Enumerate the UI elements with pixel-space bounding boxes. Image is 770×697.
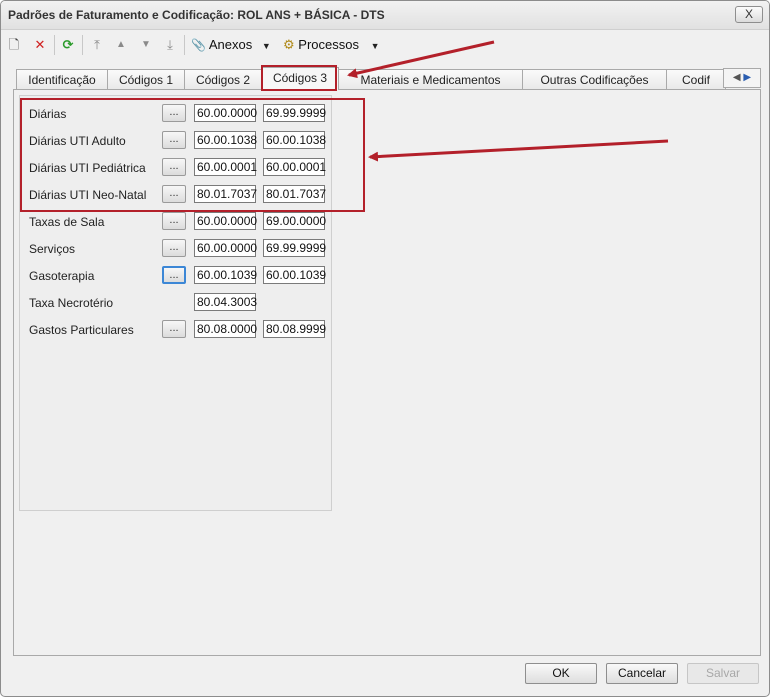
new-document-icon[interactable]: 🗋 <box>6 36 22 54</box>
tab-codigos-1[interactable]: Códigos 1 <box>107 69 185 89</box>
close-button[interactable]: X <box>735 6 763 23</box>
toolbar-separator <box>82 35 83 55</box>
code-from-gastos-particulares[interactable]: 80.08.0000 <box>194 320 257 338</box>
gears-icon: ⚙ <box>283 37 295 52</box>
tab-materiais-medicamentos[interactable]: Materiais e Medicamentos <box>338 69 523 89</box>
code-to-servicos[interactable]: 69.99.9999 <box>263 239 326 257</box>
code-to-taxas-de-sala[interactable]: 69.00.0000 <box>263 212 326 230</box>
lookup-button-gastos-particulares[interactable]: ... <box>162 320 186 338</box>
chevron-down-icon: ▼ <box>261 41 271 51</box>
save-button: Salvar <box>687 663 759 684</box>
toolbar-separator <box>184 35 185 55</box>
anexos-menu[interactable]: 📎 Anexos ▼ <box>191 36 271 54</box>
processos-menu[interactable]: ⚙ Processos ▼ <box>283 36 380 54</box>
annotation-rows-highlight <box>20 98 365 212</box>
first-record-icon[interactable]: ⤒ <box>89 36 105 54</box>
label-gastos-particulares: Gastos Particulares <box>29 323 134 337</box>
refresh-icon[interactable]: ⟳ <box>60 36 76 54</box>
tab-scroll-left-icon[interactable]: ◀ <box>733 72 741 83</box>
lookup-button-taxas-de-sala[interactable]: ... <box>162 212 186 230</box>
label-taxa-necroterio: Taxa Necrotério <box>29 296 114 310</box>
tab-scroll-right-icon[interactable]: ▶ <box>743 72 751 83</box>
paperclip-icon: 📎 <box>191 38 206 52</box>
delete-icon[interactable]: ✕ <box>32 36 48 54</box>
code-to-gastos-particulares[interactable]: 80.08.9999 <box>263 320 326 338</box>
tab-outras-codificacoes[interactable]: Outras Codificações <box>522 69 667 89</box>
code-from-servicos[interactable]: 60.00.0000 <box>194 239 257 257</box>
chevron-down-icon: ▼ <box>370 41 380 51</box>
anexos-label: Anexos <box>208 37 253 52</box>
lookup-button-gasoterapia[interactable]: ... <box>162 266 186 284</box>
window-title: Padrões de Faturamento e Codificação: RO… <box>8 8 385 22</box>
toolbar-separator <box>54 35 55 55</box>
toolbar: 🗋 ✕ ⟳ ⤒ ▲ ▼ ⤓ 📎 Anexos ▼ ⚙ Processos ▼ <box>1 31 769 59</box>
label-taxas-de-sala: Taxas de Sala <box>29 215 105 229</box>
tab-codigos-2[interactable]: Códigos 2 <box>184 69 262 89</box>
tab-codif[interactable]: Codif <box>666 69 726 89</box>
code-from-taxas-de-sala[interactable]: 60.00.0000 <box>194 212 257 230</box>
code-from-taxa-necroterio[interactable]: 80.04.3003 <box>194 293 257 311</box>
annotation-tab-highlight <box>261 65 337 91</box>
cancel-button[interactable]: Cancelar <box>606 663 678 684</box>
tab-scroll-buttons: ◀ ▶ <box>723 68 761 88</box>
code-from-gasoterapia[interactable]: 60.00.1039 <box>194 266 257 284</box>
label-servicos: Serviços <box>29 242 76 256</box>
tab-strip: Identificação Códigos 1 Códigos 2 Código… <box>13 67 761 90</box>
title-bar: Padrões de Faturamento e Codificação: RO… <box>1 1 769 30</box>
previous-record-icon[interactable]: ▲ <box>113 36 129 54</box>
last-record-icon[interactable]: ⤓ <box>162 36 178 54</box>
tab-identificacao[interactable]: Identificação <box>16 69 108 89</box>
ok-button[interactable]: OK <box>525 663 597 684</box>
processos-label: Processos <box>298 37 359 52</box>
lookup-button-servicos[interactable]: ... <box>162 239 186 257</box>
code-to-gasoterapia[interactable]: 60.00.1039 <box>263 266 326 284</box>
next-record-icon[interactable]: ▼ <box>138 36 154 54</box>
label-gasoterapia: Gasoterapia <box>29 269 95 283</box>
